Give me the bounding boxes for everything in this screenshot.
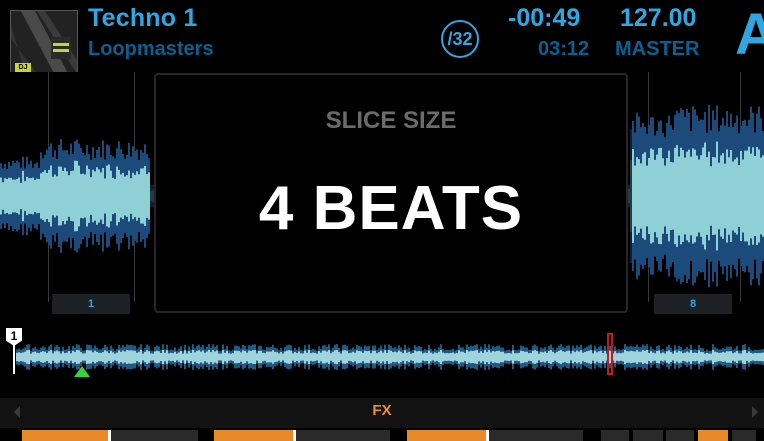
beat-marker-8: 8 (654, 294, 732, 314)
fx-button-1[interactable] (601, 430, 629, 441)
fx-unit-1-thumb (108, 430, 111, 441)
fx-button-2[interactable] (633, 430, 663, 441)
track-artist: Loopmasters (88, 38, 214, 60)
fx-unit-2-fill (214, 430, 293, 441)
overlay-label: SLICE SIZE (325, 107, 457, 134)
overlay-value: 4 BEATS (258, 174, 524, 243)
track-overview[interactable] (0, 330, 764, 380)
loop-marker-icon (74, 366, 90, 377)
bpm-display: 127.00 (620, 4, 697, 32)
cue-line (13, 344, 15, 374)
playhead-marker[interactable] (607, 333, 613, 375)
track-length: 03:12 (538, 38, 590, 60)
album-cover: DJ (10, 10, 78, 78)
fx-unit-3-fill (407, 430, 486, 441)
fx-button-3[interactable] (666, 430, 694, 441)
fx-unit-2-slider[interactable] (214, 430, 390, 441)
fx-label: FX (372, 402, 392, 419)
tempo-source-label: MASTER (615, 38, 700, 60)
fx-unit-1-fill (22, 430, 108, 441)
overview-waveform (16, 344, 764, 370)
fx-unit-3-thumb (486, 430, 489, 441)
fx-unit-3-slider[interactable] (407, 430, 583, 441)
slice-size-overlay: SLICE SIZE 4 BEATS (154, 73, 628, 313)
deck-letter: A (735, 2, 764, 67)
fx-button-4[interactable] (698, 430, 728, 441)
fx-unit-1-slider[interactable] (22, 430, 198, 441)
beat-count-indicator: /32 (441, 20, 479, 58)
track-title: Techno 1 (88, 4, 198, 32)
fx-button-5[interactable] (732, 430, 756, 441)
fx-unit-2-thumb (293, 430, 296, 441)
remaining-time: -00:49 (508, 4, 581, 32)
beat-marker-1: 1 (52, 294, 130, 314)
